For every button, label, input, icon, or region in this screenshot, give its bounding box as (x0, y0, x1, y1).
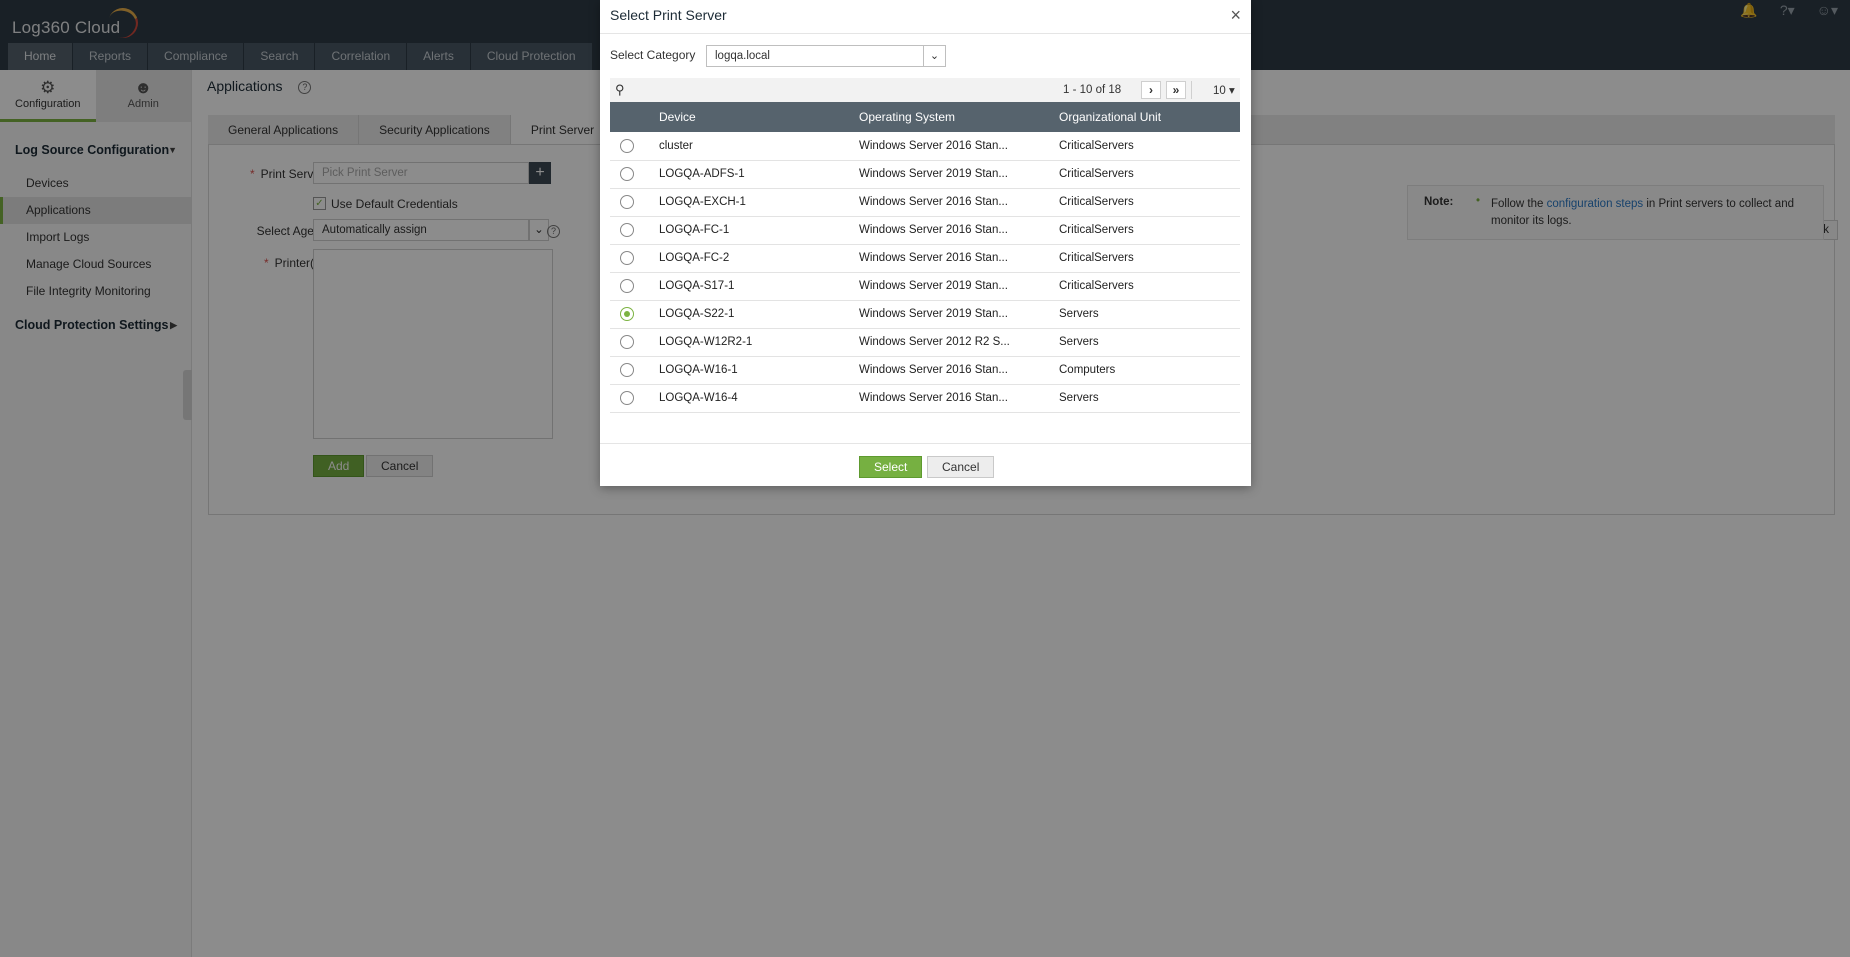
row-radio-button[interactable] (620, 167, 634, 181)
row-radio-cell (610, 216, 659, 245)
ou-cell: CriticalServers (1059, 188, 1240, 217)
device-cell: LOGQA-FC-1 (659, 216, 859, 245)
os-cell: Windows Server 2019 Stan... (859, 160, 1059, 189)
grid-toolbar: ⚲ 1 - 10 of 18 › » 10 ▾ (610, 78, 1240, 102)
row-radio-cell (610, 272, 659, 301)
row-radio-cell (610, 188, 659, 217)
chevron-down-icon[interactable]: ⌄ (923, 46, 945, 66)
device-cell: LOGQA-S22-1 (659, 300, 859, 329)
row-radio-cell (610, 132, 659, 161)
category-dropdown[interactable]: logqa.local ⌄ (706, 45, 946, 67)
row-radio-button[interactable] (620, 335, 634, 349)
ou-cell: CriticalServers (1059, 160, 1240, 189)
device-cell: LOGQA-FC-2 (659, 244, 859, 273)
close-icon[interactable]: × (1230, 6, 1241, 24)
row-radio-button[interactable] (620, 363, 634, 377)
ou-cell: CriticalServers (1059, 216, 1240, 245)
row-radio-cell (610, 384, 659, 413)
column-header-select (610, 102, 659, 132)
select-button[interactable]: Select (859, 456, 923, 478)
os-cell: Windows Server 2016 Stan... (859, 132, 1059, 161)
device-cell: LOGQA-S17-1 (659, 272, 859, 301)
row-radio-cell (610, 244, 659, 273)
device-table: Device Operating System Organizational U… (610, 102, 1240, 413)
table-row[interactable]: cluster Windows Server 2016 Stan... Critic… (610, 132, 1240, 161)
device-table-body: cluster Windows Server 2016 Stan... Critic… (610, 132, 1240, 413)
row-radio-button[interactable] (620, 307, 634, 321)
search-icon[interactable]: ⚲ (615, 82, 625, 98)
os-cell: Windows Server 2016 Stan... (859, 356, 1059, 385)
os-cell: Windows Server 2016 Stan... (859, 188, 1059, 217)
table-header-row: Device Operating System Organizational U… (610, 102, 1240, 132)
select-print-server-dialog: Select Print Server × Select Category lo… (600, 0, 1251, 486)
os-cell: Windows Server 2012 R2 S... (859, 328, 1059, 357)
ou-cell: CriticalServers (1059, 244, 1240, 273)
table-row[interactable]: LOGQA-S22-1 Windows Server 2019 Stan... Se… (610, 300, 1240, 329)
table-row[interactable]: LOGQA-W12R2-1 Windows Server 2012 R2 S...… (610, 328, 1240, 357)
last-page-icon[interactable]: » (1166, 81, 1186, 99)
table-row[interactable]: LOGQA-EXCH-1 Windows Server 2016 Stan... C… (610, 188, 1240, 217)
row-radio-button[interactable] (620, 223, 634, 237)
rows-per-page-select[interactable]: 10 ▾ (1213, 83, 1235, 97)
next-page-icon[interactable]: › (1141, 81, 1161, 99)
row-radio-button[interactable] (620, 391, 634, 405)
device-cell: LOGQA-W12R2-1 (659, 328, 859, 357)
column-header-ou[interactable]: Organizational Unit (1059, 102, 1240, 132)
divider (1191, 81, 1192, 99)
device-cell: LOGQA-W16-1 (659, 356, 859, 385)
dialog-footer: Select Cancel (600, 443, 1251, 486)
ou-cell: CriticalServers (1059, 132, 1240, 161)
select-category-label: Select Category (610, 48, 696, 62)
device-cell: LOGQA-EXCH-1 (659, 188, 859, 217)
row-radio-cell (610, 356, 659, 385)
ou-cell: CriticalServers (1059, 272, 1240, 301)
row-radio-button[interactable] (620, 138, 634, 153)
table-row[interactable]: LOGQA-FC-1 Windows Server 2016 Stan... Cri… (610, 216, 1240, 245)
column-header-device[interactable]: Device (659, 102, 859, 132)
table-row[interactable]: LOGQA-S17-1 Windows Server 2019 Stan... Cr… (610, 272, 1240, 301)
device-cell: cluster (659, 132, 859, 161)
os-cell: Windows Server 2019 Stan... (859, 272, 1059, 301)
dialog-title: Select Print Server (610, 7, 727, 23)
ou-cell: Servers (1059, 384, 1240, 413)
os-cell: Windows Server 2016 Stan... (859, 244, 1059, 273)
row-radio-button[interactable] (620, 251, 634, 265)
row-radio-cell (610, 300, 659, 329)
table-row[interactable]: LOGQA-FC-2 Windows Server 2016 Stan... Cri… (610, 244, 1240, 273)
cancel-button[interactable]: Cancel (927, 456, 995, 478)
dialog-header: Select Print Server × (600, 0, 1251, 34)
row-radio-button[interactable] (620, 279, 634, 293)
pagination-info: 1 - 10 of 18 (1063, 84, 1122, 96)
table-row[interactable]: LOGQA-ADFS-1 Windows Server 2019 Stan... C… (610, 160, 1240, 189)
row-radio-cell (610, 328, 659, 357)
row-radio-cell (610, 160, 659, 189)
device-cell: LOGQA-ADFS-1 (659, 160, 859, 189)
ou-cell: Computers (1059, 356, 1240, 385)
table-row[interactable]: LOGQA-W16-4 Windows Server 2016 Stan... Se… (610, 384, 1240, 413)
ou-cell: Servers (1059, 328, 1240, 357)
device-cell: LOGQA-W16-4 (659, 384, 859, 413)
os-cell: Windows Server 2019 Stan... (859, 300, 1059, 329)
os-cell: Windows Server 2016 Stan... (859, 384, 1059, 413)
column-header-os[interactable]: Operating System (859, 102, 1059, 132)
table-row[interactable]: LOGQA-W16-1 Windows Server 2016 Stan... Co… (610, 356, 1240, 385)
ou-cell: Servers (1059, 300, 1240, 329)
os-cell: Windows Server 2016 Stan... (859, 216, 1059, 245)
row-radio-button[interactable] (620, 195, 634, 209)
category-value: logqa.local (715, 50, 770, 62)
